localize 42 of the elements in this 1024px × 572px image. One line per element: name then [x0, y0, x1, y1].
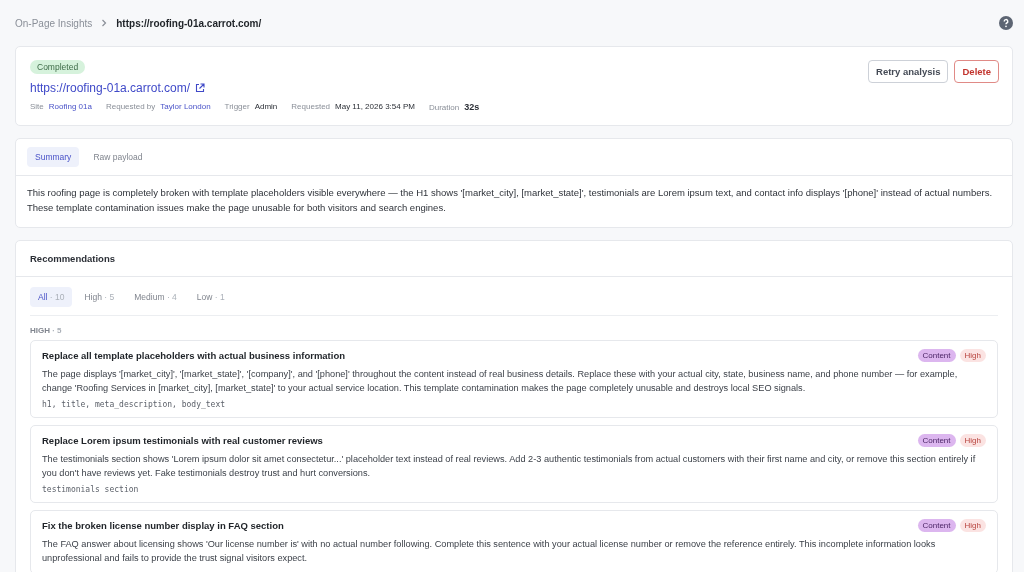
affected-fields: h1, title, meta_description, body_text	[42, 400, 986, 409]
meta-label: Site	[30, 102, 44, 111]
meta-label: Requested by	[105, 102, 156, 111]
recommendation-title: Replace all template placeholders with actual business information	[42, 350, 347, 361]
tag: High	[959, 349, 986, 362]
tag: Content	[917, 434, 956, 447]
affected-fields: testimonials section	[42, 485, 986, 494]
filter-tab[interactable]: All · 10	[30, 287, 73, 307]
tag: Content	[917, 519, 956, 532]
meta-label: Requested	[291, 102, 331, 111]
page-url-link[interactable]: https://roofing-01a.carrot.com/	[30, 81, 191, 95]
summary-text: This roofing page is completely broken with template placeholders visible everywhere — the H1 shows '[market_city], [market_state]', testimonials are Lorem ipsum text, and contact info displays '[phone]' instead of actual numbers. These template contamination issues make the page unusable for both visitors and search engines.	[26, 186, 994, 215]
recommendation-text: The testimonials section shows 'Lorem ipsum dolor sit amet consectetur...' placeholder text instead of real reviews. Add 2-3 authentic testimonials from actual customers with their first name and city, or remove this section entirely if you don't have reviews yet. Fake testimonials destroy trust and hurt conversions.	[42, 453, 977, 480]
recommendation-text: The page displays '[market_city]', '[market_state]', '[company]', and '[phone]' throughout the content instead of real business details. Replace these with your actual city, state, business name, and phone number — for example, change 'Roofing Services in [market_city], [market_state]' to your actual service location. This template contamination makes the page completely unusable and destroys local SEO signals.	[42, 368, 959, 395]
tag: Content	[917, 349, 956, 362]
retry-button[interactable]: Retry analysis	[868, 60, 949, 83]
meta-label: Duration	[428, 103, 460, 112]
status-badge: Completed	[30, 60, 86, 74]
external-link-icon[interactable]	[195, 83, 206, 93]
recommendation-title: Fix the broken license number display in FAQ section	[42, 520, 285, 531]
tag: High	[959, 519, 986, 532]
breadcrumb-current: https://roofing-01a.carrot.com/	[116, 17, 262, 29]
help-icon[interactable]	[999, 16, 1013, 30]
tab[interactable]: Summary	[27, 147, 80, 167]
delete-button[interactable]: Delete	[954, 60, 999, 83]
section-title: Recommendations	[16, 241, 1012, 277]
group-heading: HIGH · 5	[30, 325, 63, 337]
filter-tab[interactable]: High · 5	[76, 287, 123, 307]
meta-value[interactable]: Roofing 01a	[48, 102, 92, 111]
tab[interactable]: Raw payload	[85, 147, 151, 167]
meta-value: Admin	[254, 102, 278, 111]
breadcrumb-link[interactable]: On-Page Insights	[15, 17, 93, 29]
meta-value: 32s	[464, 102, 480, 112]
chevron-right-icon	[100, 19, 109, 27]
meta-value: May 11, 2026 3:54 PM	[335, 102, 415, 111]
meta-value[interactable]: Taylor London	[160, 102, 211, 111]
filter-tab[interactable]: Low · 1	[188, 287, 233, 307]
filter-tab[interactable]: Medium · 4	[126, 287, 185, 307]
meta-label: Trigger	[224, 102, 250, 111]
tag: High	[959, 434, 986, 447]
recommendation-text: The FAQ answer about licensing shows 'Our license number is' with no actual number following. Complete this sentence with your actual license number or remove the reference entirely. This incomplete information looks unprofessional and fails to provide the trust signal visitors expect.	[42, 538, 937, 565]
recommendation-title: Replace Lorem ipsum testimonials with real customer reviews	[42, 435, 324, 446]
